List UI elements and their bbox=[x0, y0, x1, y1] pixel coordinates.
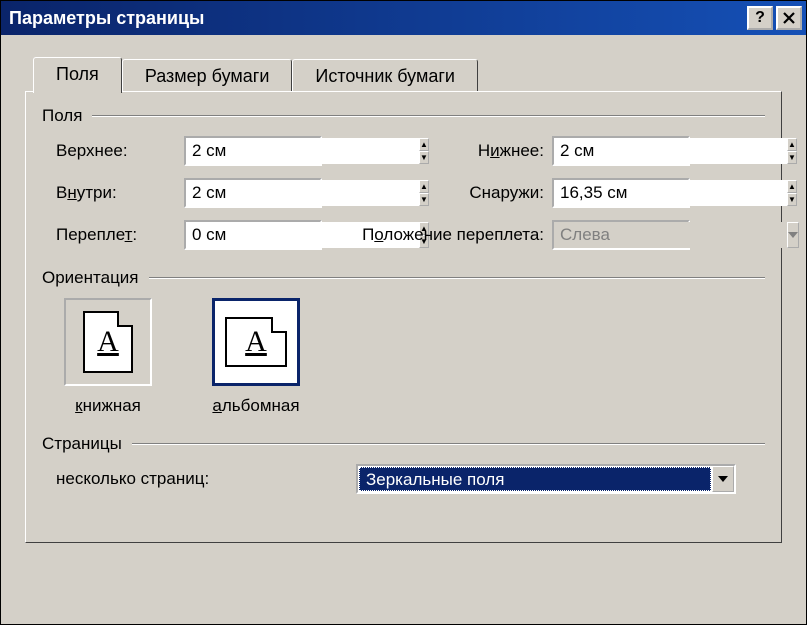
group-orientation-label: Ориентация bbox=[42, 268, 139, 288]
chevron-down-icon bbox=[788, 232, 798, 238]
outside-margin-down[interactable]: ▼ bbox=[787, 193, 797, 206]
outside-margin-input[interactable] bbox=[554, 180, 787, 206]
portrait-label: книжная bbox=[75, 396, 141, 416]
orientation-landscape[interactable]: A альбомная bbox=[212, 298, 300, 416]
window-title: Параметры страницы bbox=[9, 8, 747, 29]
group-pages: Страницы несколько страниц: Зеркальные п… bbox=[42, 434, 765, 494]
portrait-icon-box: A bbox=[64, 298, 152, 386]
top-margin-label: Верхнее: bbox=[56, 141, 184, 161]
top-margin-spinner[interactable]: ▲ ▼ bbox=[184, 136, 322, 166]
tabs: Поля Размер бумаги Источник бумаги bbox=[33, 55, 782, 91]
gutter-spinner[interactable]: ▲ ▼ bbox=[184, 220, 322, 250]
landscape-label: альбомная bbox=[212, 396, 299, 416]
tab-margins[interactable]: Поля bbox=[33, 57, 122, 93]
landscape-icon-box: A bbox=[212, 298, 300, 386]
tab-paper-size[interactable]: Размер бумаги bbox=[122, 59, 293, 95]
orientation-portrait[interactable]: A книжная bbox=[64, 298, 152, 416]
multiple-pages-combo[interactable]: Зеркальные поля bbox=[356, 464, 736, 494]
titlebar: Параметры страницы ? bbox=[1, 1, 806, 35]
landscape-page-icon: A bbox=[225, 317, 287, 367]
bottom-margin-down[interactable]: ▼ bbox=[787, 151, 797, 164]
close-button[interactable] bbox=[776, 6, 802, 30]
inside-margin-label: Внутри: bbox=[56, 183, 184, 203]
group-orientation: Ориентация A книжная A альбомная bbox=[42, 268, 765, 416]
titlebar-buttons: ? bbox=[747, 6, 802, 30]
close-icon bbox=[783, 12, 795, 24]
multiple-pages-label: несколько страниц: bbox=[56, 469, 356, 489]
outside-margin-spinner[interactable]: ▲ ▼ bbox=[552, 178, 690, 208]
inside-margin-spinner[interactable]: ▲ ▼ bbox=[184, 178, 322, 208]
multiple-pages-dropdown-button[interactable] bbox=[712, 466, 734, 492]
bottom-margin-spinner[interactable]: ▲ ▼ bbox=[552, 136, 690, 166]
tab-paper-source[interactable]: Источник бумаги bbox=[292, 59, 478, 95]
dialog-body: Поля Размер бумаги Источник бумаги Поля … bbox=[1, 35, 806, 624]
bottom-margin-up[interactable]: ▲ bbox=[787, 138, 797, 151]
tab-panel-margins: Поля Верхнее: ▲ ▼ Нижнее: bbox=[25, 91, 782, 543]
gutter-pos-dropdown-button bbox=[787, 222, 799, 248]
group-margins-label: Поля bbox=[42, 106, 82, 126]
multiple-pages-value: Зеркальные поля bbox=[359, 467, 711, 491]
gutter-pos-label: Положение переплета: bbox=[322, 225, 552, 245]
portrait-page-icon: A bbox=[83, 311, 133, 373]
bottom-margin-label: Нижнее: bbox=[322, 141, 552, 161]
page-setup-dialog: Параметры страницы ? Поля Размер бумаги … bbox=[0, 0, 807, 625]
gutter-pos-value bbox=[554, 222, 787, 248]
gutter-pos-combo bbox=[552, 220, 690, 250]
group-pages-label: Страницы bbox=[42, 434, 122, 454]
chevron-down-icon bbox=[718, 476, 728, 482]
outside-margin-up[interactable]: ▲ bbox=[787, 180, 797, 193]
bottom-margin-input[interactable] bbox=[554, 138, 787, 164]
gutter-label: Переплет: bbox=[56, 225, 184, 245]
group-margins: Поля Верхнее: ▲ ▼ Нижнее: bbox=[42, 106, 765, 250]
help-button[interactable]: ? bbox=[747, 6, 773, 30]
outside-margin-label: Снаружи: bbox=[322, 183, 552, 203]
